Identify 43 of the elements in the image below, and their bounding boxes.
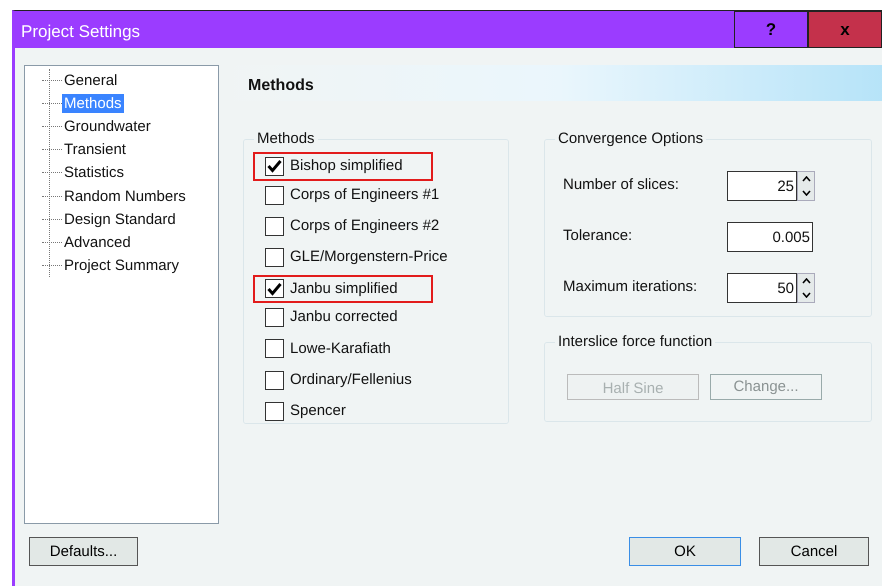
checkbox-label: Janbu simplified [290,278,398,298]
checkbox-label: Corps of Engineers #1 [290,184,440,205]
dialog-button[interactable]: Cancel [759,537,869,566]
checkbox-label: Lowe-Karafiath [290,338,391,358]
spinner-buttons[interactable] [797,272,815,302]
checkbox-label: Bishop simplified [290,156,403,176]
field-label: Tolerance: [563,226,634,246]
checkbox-label: Corps of Engineers #2 [290,216,440,236]
dialog-button[interactable]: OK [629,537,741,566]
checkbox-label: Janbu corrected [290,307,398,328]
checkbox[interactable] [265,216,284,236]
field-label: Maximum iterations: [563,277,698,298]
help-button[interactable]: ? [734,11,808,48]
checkbox-label: Ordinary/Fellenius [290,370,412,390]
checkbox[interactable] [265,279,284,298]
close-button[interactable]: x [808,11,882,48]
checkbox[interactable] [265,370,284,390]
tree-item[interactable]: Methods [62,94,124,114]
input-field[interactable]: 25 [727,170,797,200]
input-field[interactable]: 0.005 [727,222,813,252]
group-label: Convergence Options [555,130,706,148]
page-title: Methods [248,77,314,94]
spinner-buttons[interactable] [797,170,815,200]
checkbox[interactable] [265,186,284,204]
tree-item[interactable]: Advanced [62,232,133,252]
tree-item[interactable]: Design Standard [62,210,178,229]
checkbox-label: Spencer [290,401,346,421]
dialog-button[interactable]: Defaults... [29,537,138,566]
checkbox-label: GLE/Morgenstern-Price [290,247,448,268]
checkbox[interactable] [265,248,284,267]
field-label: Number of slices: [563,175,680,196]
checkbox[interactable] [265,308,284,327]
checkbox[interactable] [265,156,284,176]
input-field[interactable]: 50 [727,272,797,302]
tree-item[interactable]: General [62,71,120,90]
tree-item[interactable]: Transient [62,140,128,160]
tree-item[interactable]: Groundwater [62,117,153,136]
tree-item[interactable]: Project Summary [62,256,182,275]
tree-item[interactable]: Statistics [62,163,126,182]
checkbox[interactable] [265,402,284,421]
checkbox[interactable] [265,339,284,358]
tree-item[interactable]: Random Numbers [62,186,188,206]
window-title: Project Settings [20,21,142,43]
